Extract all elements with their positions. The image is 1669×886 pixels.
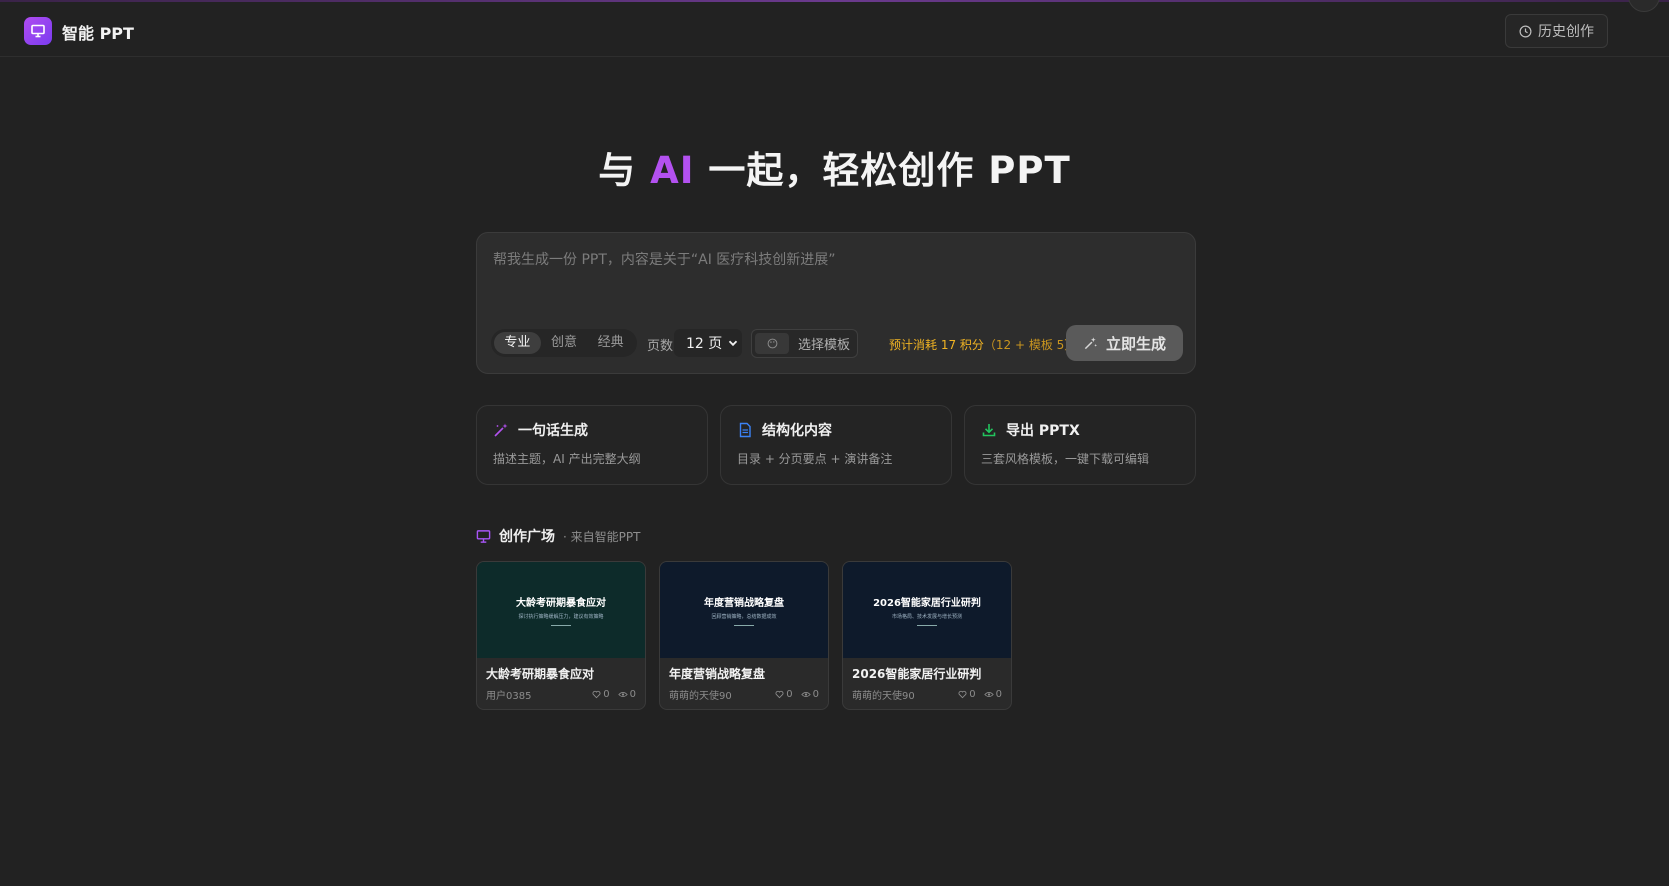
heart-icon <box>775 690 784 699</box>
thumb-subtitle: 回顾营销策略，总结数据成效 <box>711 614 777 620</box>
clock-icon <box>1519 25 1532 37</box>
eye-icon <box>800 692 811 697</box>
gallery-title: 创作广场 <box>499 529 555 545</box>
history-button[interactable]: 历史创作 <box>1505 14 1608 48</box>
pages-select[interactable]: 12 页 <box>674 329 742 357</box>
template-button[interactable]: 选择模板 <box>751 329 858 358</box>
prompt-panel: 专业 创意 经典 页数 12 页 选择模板 预计消耗 17 积分（12 + 模板… <box>476 232 1196 374</box>
gallery-card[interactable]: 2026智能家居行业研判 市场格局、技术发展与增长预测 2026智能家居行业研判… <box>842 561 1012 710</box>
hero-title: 与 AI 一起，轻松创作 PPT <box>0 140 1669 194</box>
download-icon <box>982 424 996 437</box>
card-author: 用户0385 <box>486 691 532 702</box>
card-thumbnail: 2026智能家居行业研判 市场格局、技术发展与增长预测 <box>843 562 1011 658</box>
card-title: 2026智能家居行业研判 <box>852 667 982 681</box>
sparkle-wand-icon <box>1084 336 1098 349</box>
gallery-subtitle: · 来自智能PPT <box>563 529 641 544</box>
hero-suffix: 一起，轻松创作 PPT <box>694 149 1071 192</box>
pages-value: 12 页 <box>686 336 723 352</box>
cost-main: 预计消耗 17 积分 <box>889 338 984 352</box>
cost-detail: （12 + 模板 5） <box>983 338 1077 352</box>
view-count: 0 <box>812 689 819 700</box>
app-header: 智能 PPT 历史创作 <box>0 0 1669 57</box>
heart-icon <box>958 690 967 699</box>
style-option-classic[interactable]: 经典 <box>587 332 634 354</box>
like-count: 0 <box>969 689 976 700</box>
view-count: 0 <box>629 689 636 700</box>
palette-icon <box>755 333 789 354</box>
feature-card-structured: 结构化内容 目录 + 分页要点 + 演讲备注 <box>720 405 952 485</box>
heart-icon <box>592 690 601 699</box>
style-option-professional[interactable]: 专业 <box>494 332 541 354</box>
card-thumbnail: 年度营销战略复盘 回顾营销策略，总结数据成效 <box>660 562 828 658</box>
card-thumbnail: 大龄考研期暴食应对 探讨执行策略缓解压力，建议有效策略 <box>477 562 645 658</box>
card-author: 萌萌的天使90 <box>852 691 915 702</box>
view-count: 0 <box>995 689 1002 700</box>
cost-estimate: 预计消耗 17 积分（12 + 模板 5） <box>889 336 1076 353</box>
style-option-creative[interactable]: 创意 <box>541 332 588 354</box>
thumb-subtitle: 市场格局、技术发展与增长预测 <box>891 614 962 620</box>
eye-icon <box>983 692 994 697</box>
thumb-subtitle: 探讨执行策略缓解压力，建议有效策略 <box>518 614 604 620</box>
feature-title: 一句话生成 <box>518 423 588 439</box>
thumb-divider <box>917 625 937 626</box>
style-selector: 专业 创意 经典 <box>491 329 637 357</box>
user-avatar[interactable] <box>1628 0 1660 12</box>
document-icon <box>739 422 751 438</box>
thumb-title: 年度营销战略复盘 <box>704 598 784 609</box>
generate-button[interactable]: 立即生成 <box>1066 325 1183 361</box>
card-title: 大龄考研期暴食应对 <box>486 667 595 681</box>
prompt-input[interactable] <box>493 249 1173 289</box>
presentation-icon <box>476 529 491 543</box>
like-count: 0 <box>786 689 793 700</box>
card-author: 萌萌的天使90 <box>669 691 732 702</box>
thumb-title: 大龄考研期暴食应对 <box>516 598 606 609</box>
generate-label: 立即生成 <box>1105 334 1166 353</box>
brand-name: 智能 PPT <box>62 24 134 43</box>
pages-label: 页数 <box>647 339 674 354</box>
feature-desc: 目录 + 分页要点 + 演讲备注 <box>737 452 893 466</box>
thumb-divider <box>551 625 571 626</box>
gallery-header: 创作广场 · 来自智能PPT <box>476 526 640 546</box>
feature-title: 结构化内容 <box>762 423 832 439</box>
feature-card-export: 导出 PPTX 三套风格模板，一键下载可编辑 <box>964 405 1196 485</box>
card-title: 年度营销战略复盘 <box>669 667 766 681</box>
gallery-card[interactable]: 大龄考研期暴食应对 探讨执行策略缓解压力，建议有效策略 大龄考研期暴食应对 用户… <box>476 561 646 710</box>
template-label: 选择模板 <box>798 338 851 353</box>
feature-desc: 描述主题，AI 产出完整大纲 <box>493 452 641 466</box>
eye-icon <box>617 692 628 697</box>
feature-title: 导出 PPTX <box>1006 423 1080 439</box>
feature-desc: 三套风格模板，一键下载可编辑 <box>981 452 1150 466</box>
presentation-icon <box>31 24 45 38</box>
like-count: 0 <box>603 689 610 700</box>
gallery-card[interactable]: 年度营销战略复盘 回顾营销策略，总结数据成效 年度营销战略复盘 萌萌的天使90 … <box>659 561 829 710</box>
magic-wand-icon <box>494 423 508 437</box>
chevron-down-icon <box>729 340 738 347</box>
app-logo[interactable] <box>24 17 52 45</box>
thumb-divider <box>734 625 754 626</box>
hero-highlight: AI <box>650 149 695 192</box>
hero-prefix: 与 <box>598 149 651 192</box>
feature-card-one-sentence: 一句话生成 描述主题，AI 产出完整大纲 <box>476 405 708 485</box>
thumb-title: 2026智能家居行业研判 <box>873 598 981 609</box>
history-label: 历史创作 <box>1538 24 1594 40</box>
